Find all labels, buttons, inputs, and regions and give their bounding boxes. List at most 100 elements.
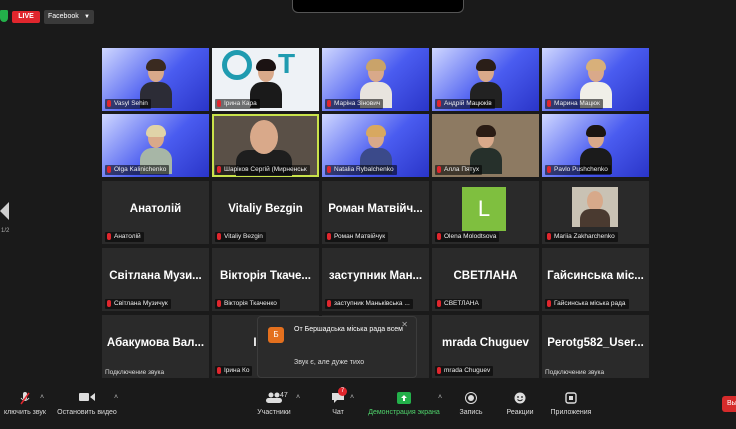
participant-display-name: Вікторія Ткаче... bbox=[220, 270, 311, 282]
video-tile[interactable]: Olga Kalinichenko bbox=[102, 114, 209, 177]
video-tile[interactable]: Алла Пятух bbox=[432, 114, 539, 177]
video-tile[interactable]: Андрій Мацюків bbox=[432, 48, 539, 111]
participant-name: СВЕТЛАНА bbox=[435, 299, 482, 309]
video-camera-icon bbox=[79, 393, 95, 401]
participants-label: Участники bbox=[257, 409, 291, 416]
participant-tile[interactable]: Гайсинська міс... Гайсинська міська рада bbox=[542, 248, 649, 311]
participant-tile[interactable]: Вікторія Ткаче... Вікторія Ткаченко bbox=[212, 248, 319, 311]
muted-mic-icon bbox=[217, 300, 221, 307]
video-tile[interactable]: Марина Мацюк bbox=[542, 48, 649, 111]
participant-name: Olena Molodtsova bbox=[435, 232, 500, 242]
participant-name: Анатолій bbox=[105, 232, 144, 242]
apps-button[interactable]: Приложения bbox=[546, 384, 596, 429]
chat-notification[interactable]: Б От Бершадська міська рада всем Звук є,… bbox=[257, 316, 417, 378]
audio-connecting-status: Подключение звука bbox=[105, 369, 165, 376]
participant-tile[interactable]: СВЕТЛАНА СВЕТЛАНА bbox=[432, 248, 539, 311]
sender-avatar: Б bbox=[268, 327, 284, 343]
muted-mic-icon bbox=[547, 166, 551, 173]
stream-platform-dropdown[interactable]: Facebook ▼ bbox=[44, 10, 94, 24]
end-meeting-button[interactable]: Вы bbox=[722, 396, 736, 412]
participant-name: Світлана Музичук bbox=[105, 299, 171, 309]
stream-platform-label: Facebook bbox=[48, 13, 79, 20]
muted-mic-icon bbox=[327, 166, 331, 173]
shield-icon[interactable] bbox=[0, 10, 8, 22]
video-tile-active-speaker[interactable]: Шаріков Сергій (Мирненськ bbox=[212, 114, 319, 177]
muted-mic-icon bbox=[107, 300, 111, 307]
participant-tile[interactable]: заступник Ман... заступник Маньківська .… bbox=[322, 248, 429, 311]
mute-label: ключить звук bbox=[3, 409, 46, 416]
meeting-topbar: LIVE Facebook ▼ bbox=[0, 0, 736, 30]
participant-tile[interactable]: Роман Матвійч... Роман Матвійчук bbox=[322, 181, 429, 244]
muted-mic-icon bbox=[437, 300, 441, 307]
participant-tile[interactable]: L Olena Molodtsova bbox=[432, 181, 539, 244]
muted-mic-icon bbox=[217, 367, 221, 374]
participant-name: mrada Chuguev bbox=[435, 366, 494, 376]
audio-connecting-status: Подключение звука bbox=[545, 369, 605, 376]
chat-button[interactable]: 7 Чат ˄ bbox=[318, 384, 358, 429]
logo-circle bbox=[222, 50, 252, 80]
participant-display-name: заступник Ман... bbox=[328, 270, 423, 282]
muted-mic-icon bbox=[217, 233, 221, 240]
participant-tile[interactable]: Світлана Музи... Світлана Музичук bbox=[102, 248, 209, 311]
previous-page-arrow-icon[interactable] bbox=[0, 202, 9, 220]
participant-tile[interactable]: Анатолій Анатолій bbox=[102, 181, 209, 244]
apps-icon bbox=[565, 392, 577, 404]
participant-name: Natalia Rybalchenko bbox=[325, 165, 397, 175]
chevron-up-icon[interactable]: ˄ bbox=[114, 394, 118, 401]
muted-mic-icon bbox=[437, 100, 441, 107]
participant-name: Гайсинська міська рада bbox=[545, 299, 629, 309]
chevron-up-icon[interactable]: ˄ bbox=[296, 394, 300, 401]
participant-name: Вікторія Ткаченко bbox=[215, 299, 280, 309]
share-screen-icon bbox=[397, 392, 411, 404]
participant-display-name: Анатолій bbox=[129, 203, 182, 215]
participant-name: Ірина Кара bbox=[215, 99, 260, 109]
video-tile[interactable]: Маріна Зінович bbox=[322, 48, 429, 111]
muted-mic-icon bbox=[437, 367, 441, 374]
close-icon[interactable]: ✕ bbox=[401, 320, 408, 329]
view-options-bar[interactable] bbox=[292, 0, 464, 13]
meeting-toolbar: ключить звук ˄ Остановить видео ˄ 47 Уча… bbox=[0, 384, 736, 429]
participant-tile[interactable]: Mariia Zakharchenko bbox=[542, 181, 649, 244]
participant-display-name: СВЕТЛАНА bbox=[453, 270, 518, 282]
muted-mic-icon bbox=[327, 300, 331, 307]
participant-name: Алла Пятух bbox=[435, 165, 483, 175]
participant-display-name: Світлана Музи... bbox=[109, 270, 202, 282]
participants-button[interactable]: 47 Участники ˄ bbox=[244, 384, 304, 429]
participant-tile[interactable]: Perotg582_User... Подключение звука bbox=[542, 315, 649, 378]
participant-name: Марина Мацюк bbox=[545, 99, 603, 109]
share-screen-button[interactable]: Демонстрация экрана ˄ bbox=[364, 384, 444, 429]
record-icon bbox=[465, 392, 477, 404]
video-tile[interactable]: Vasyl Sehin bbox=[102, 48, 209, 111]
stop-video-button[interactable]: Остановить видео ˄ bbox=[52, 384, 122, 429]
reactions-button[interactable]: Реакции bbox=[500, 384, 540, 429]
muted-mic-icon bbox=[107, 233, 111, 240]
muted-mic-icon bbox=[547, 233, 551, 240]
record-button[interactable]: Запись bbox=[452, 384, 490, 429]
muted-mic-icon bbox=[437, 233, 441, 240]
participant-name: Mariia Zakharchenko bbox=[545, 232, 618, 242]
video-tile[interactable]: T Ірина Кара bbox=[212, 48, 319, 111]
muted-mic-icon bbox=[327, 100, 331, 107]
avatar-initial: L bbox=[462, 187, 506, 231]
participant-display-name: Perotg582_User... bbox=[547, 337, 644, 349]
share-screen-label: Демонстрация экрана bbox=[368, 409, 440, 416]
muted-mic-icon bbox=[20, 392, 30, 405]
participant-name: Pavlo Pushchenko bbox=[545, 165, 611, 175]
participant-tile[interactable]: mrada Chuguev mrada Chuguev bbox=[432, 315, 539, 378]
participant-tile[interactable]: Абакумова Вал... Подключение звука bbox=[102, 315, 209, 378]
chevron-up-icon[interactable]: ˄ bbox=[40, 394, 44, 401]
participant-name: Ірина Ко bbox=[215, 366, 253, 376]
chevron-up-icon[interactable]: ˄ bbox=[438, 394, 442, 401]
video-tile[interactable]: Pavlo Pushchenko bbox=[542, 114, 649, 177]
mute-button[interactable]: ключить звук ˄ bbox=[0, 384, 50, 429]
participants-count: 47 bbox=[280, 392, 288, 399]
participant-name: Шаріков Сергій (Мирненськ bbox=[215, 165, 310, 175]
muted-mic-icon bbox=[217, 100, 221, 107]
muted-mic-icon bbox=[327, 233, 331, 240]
participant-tile[interactable]: Vitaliy Bezgin Vitaliy Bezgin bbox=[212, 181, 319, 244]
participant-display-name: Роман Матвійч... bbox=[328, 203, 423, 215]
video-tile[interactable]: Natalia Rybalchenko bbox=[322, 114, 429, 177]
chevron-up-icon[interactable]: ˄ bbox=[350, 394, 354, 401]
chat-label: Чат bbox=[332, 409, 344, 416]
live-badge[interactable]: LIVE bbox=[12, 11, 40, 23]
